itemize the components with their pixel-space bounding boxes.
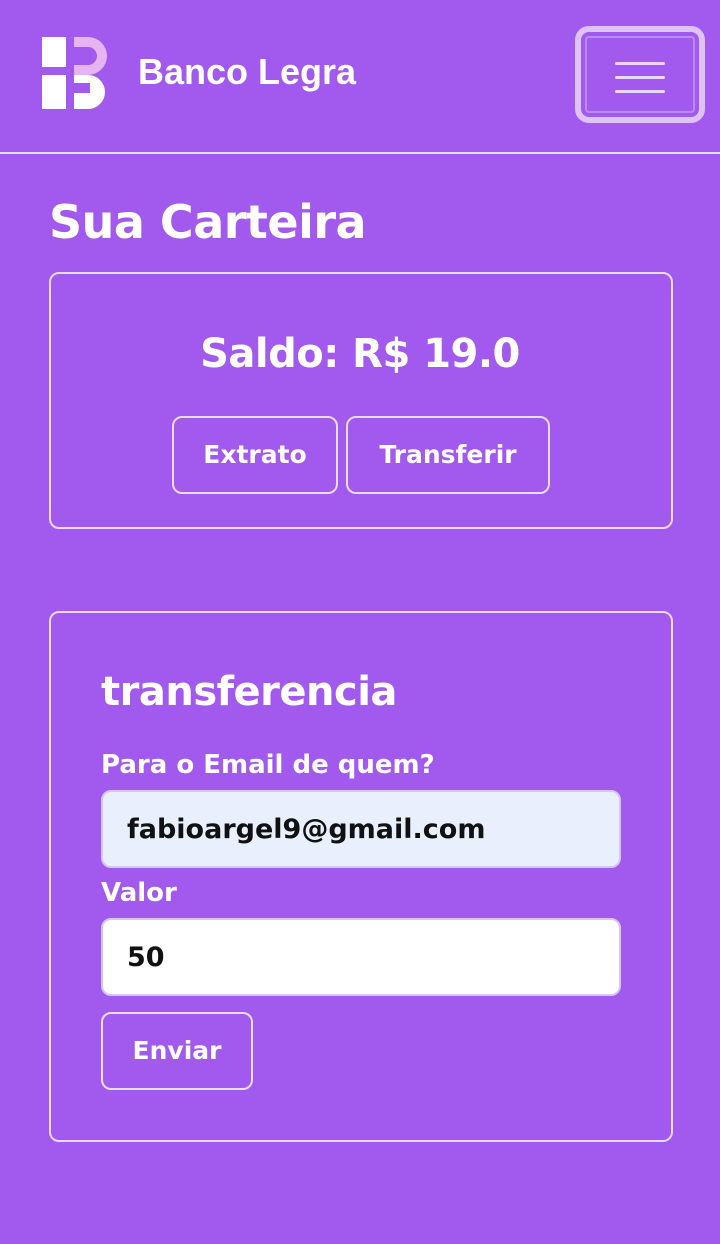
bank-logo-icon[interactable] xyxy=(42,37,108,109)
statement-button[interactable]: Extrato xyxy=(172,416,338,494)
amount-label: Valor xyxy=(101,878,177,908)
email-label: Para o Email de quem? xyxy=(101,750,435,780)
hamburger-menu-icon xyxy=(615,56,665,96)
transfer-button[interactable]: Transferir xyxy=(346,416,550,494)
navbar: Banco Legra xyxy=(0,0,720,154)
balance-text: Saldo: R$ 19.0 xyxy=(200,331,520,377)
send-button[interactable]: Enviar xyxy=(101,1012,253,1090)
amount-field[interactable] xyxy=(101,918,621,996)
page-title: Sua Carteira xyxy=(49,195,367,249)
email-field[interactable] xyxy=(101,790,621,868)
transfer-form-title: transferencia xyxy=(101,669,397,715)
menu-toggle-button[interactable] xyxy=(575,26,705,123)
brand-name[interactable]: Banco Legra xyxy=(138,50,356,94)
